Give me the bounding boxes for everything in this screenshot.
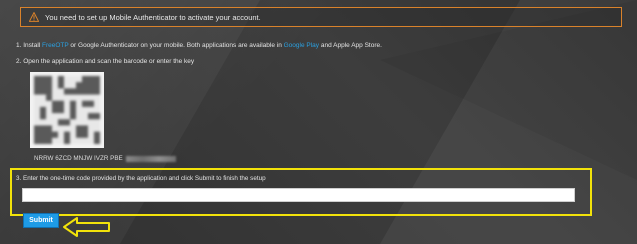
step-enter-code: 3. Enter the one-time code provided by t… [16, 175, 266, 182]
qr-code-image [34, 76, 100, 144]
redacted-key-part [125, 155, 176, 162]
google-play-link[interactable]: Google Play [284, 42, 319, 49]
step1-middle: or Google Authenticator on your mobile. … [68, 42, 284, 49]
warning-icon [29, 12, 39, 22]
one-time-code-input[interactable] [22, 188, 575, 202]
arrow-annotation-icon [63, 217, 110, 237]
secret-key: NRRW 6ZCD MNJW IVZR PBE [34, 155, 176, 162]
step1-prefix: 1. Install [16, 42, 43, 49]
setup-alert: You need to set up Mobile Authenticator … [20, 7, 622, 27]
submit-button[interactable]: Submit [23, 213, 59, 228]
alert-message: You need to set up Mobile Authenticator … [45, 12, 261, 22]
qr-code [30, 72, 104, 148]
step-scan: 2. Open the application and scan the bar… [16, 58, 195, 65]
step1-suffix: and Apple App Store. [319, 42, 382, 49]
freeotp-link[interactable]: FreeOTP [42, 42, 69, 49]
step-install: 1. Install FreeOTP or Google Authenticat… [16, 42, 382, 49]
secret-key-text: NRRW 6ZCD MNJW IVZR PBE [34, 155, 123, 162]
